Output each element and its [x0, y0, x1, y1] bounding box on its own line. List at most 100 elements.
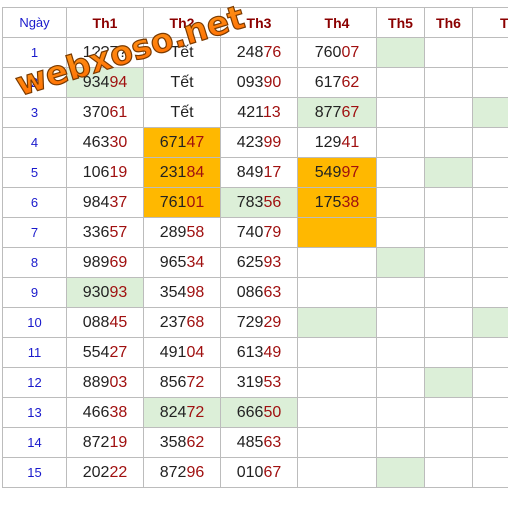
number-tail: 38 — [341, 193, 360, 211]
day-link[interactable]: 11 — [2, 337, 67, 368]
result-cell — [472, 37, 508, 68]
number-tail: 99 — [263, 133, 282, 151]
number-tail: 62 — [186, 433, 205, 451]
number-tail: 97 — [341, 163, 360, 181]
result-cell — [376, 127, 425, 158]
number-head: 729 — [236, 313, 264, 331]
result-cell: Tết — [143, 97, 221, 128]
day-link[interactable]: 2 — [2, 67, 67, 98]
number-head: 760 — [314, 43, 342, 61]
number-tail: 50 — [263, 403, 282, 421]
number-head: 093 — [236, 73, 264, 91]
result-cell — [472, 127, 508, 158]
result-cell — [424, 367, 473, 398]
number-tail: 67 — [341, 103, 360, 121]
number-tail: 72 — [186, 373, 205, 391]
number-head: 930 — [82, 283, 110, 301]
day-link[interactable]: 15 — [2, 457, 67, 488]
number-head: 872 — [159, 463, 187, 481]
number-tail: 58 — [186, 223, 205, 241]
result-cell: 61762 — [297, 67, 377, 98]
result-cell: 24876 — [220, 37, 298, 68]
day-link[interactable]: 12 — [2, 367, 67, 398]
result-cell — [297, 217, 377, 248]
result-cell: 33657 — [66, 217, 144, 248]
day-link[interactable]: 5 — [2, 157, 67, 188]
number-tail: 69 — [109, 253, 128, 271]
result-cell — [472, 427, 508, 458]
result-cell — [472, 307, 508, 338]
result-cell: 62593 — [220, 247, 298, 278]
day-link[interactable]: 10 — [2, 307, 67, 338]
day-link[interactable]: 8 — [2, 247, 67, 278]
number-head: 106 — [82, 163, 110, 181]
result-cell — [376, 367, 425, 398]
day-link[interactable]: 4 — [2, 127, 67, 158]
result-cell — [472, 457, 508, 488]
table-row: 4 46330 67147 42399 12941 — [2, 127, 508, 158]
number-tail: 62 — [341, 73, 360, 91]
result-cell — [376, 157, 425, 188]
number-tail: 04 — [186, 343, 205, 361]
result-cell — [472, 337, 508, 368]
result-cell — [472, 277, 508, 308]
day-link[interactable]: 6 — [2, 187, 67, 218]
number-tail: 37 — [109, 193, 128, 211]
day-link[interactable]: 14 — [2, 427, 67, 458]
lottery-results-table: NgàyTh1Th2Th3Th4Th5Th6Th7 11??7?Tết24876… — [2, 7, 508, 488]
result-cell: 74079 — [220, 217, 298, 248]
number-head: 989 — [82, 253, 110, 271]
table-row: 1 1??7? Tết 24876 76007 — [2, 37, 508, 68]
day-link[interactable]: 1 — [2, 37, 67, 68]
number-head: 129 — [314, 133, 342, 151]
result-cell — [297, 307, 377, 338]
number-head: 086 — [236, 283, 264, 301]
number-tail: 13 — [262, 103, 281, 121]
day-link[interactable]: 13 — [2, 397, 67, 428]
result-cell: 98437 — [66, 187, 144, 218]
result-cell: 76101 — [143, 187, 221, 218]
result-cell: 61349 — [220, 337, 298, 368]
number-head: 617 — [314, 73, 342, 91]
result-cell — [472, 67, 508, 98]
table-row: 9 93093 35498 08663 — [2, 277, 508, 308]
result-cell: 09390 — [220, 67, 298, 98]
number-tail: 61 — [109, 103, 128, 121]
day-link[interactable]: 3 — [2, 97, 67, 128]
number-head: 491 — [159, 343, 187, 361]
table-row: 15 20222 87296 01067 — [2, 457, 508, 488]
number-tail: 63 — [263, 283, 282, 301]
result-cell — [424, 67, 473, 98]
table-row: 14 87219 35862 48563 — [2, 427, 508, 458]
result-cell: 96534 — [143, 247, 221, 278]
header-th4: Th4 — [297, 7, 377, 38]
number-tail: 41 — [341, 133, 360, 151]
number-tail: 90 — [263, 73, 282, 91]
number-tail: 47 — [186, 133, 205, 151]
number-head: 088 — [82, 313, 110, 331]
result-cell: 93093 — [66, 277, 144, 308]
result-cell — [424, 127, 473, 158]
result-cell — [376, 307, 425, 338]
result-cell: 98969 — [66, 247, 144, 278]
result-cell: Tết — [143, 67, 221, 98]
table-row: 6 98437 76101 78356 17538 — [2, 187, 508, 218]
number-head: 671 — [159, 133, 187, 151]
result-cell — [376, 97, 425, 128]
table-row: 5 10619 23184 84917 54997 — [2, 157, 508, 188]
result-cell — [472, 97, 508, 128]
header-th5: Th5 — [376, 7, 425, 38]
number-tail: 93 — [109, 283, 128, 301]
number-tail: 07 — [341, 43, 360, 61]
header-day: Ngày — [2, 7, 67, 38]
number-head: 175 — [314, 193, 342, 211]
result-cell: 31953 — [220, 367, 298, 398]
number-tail: 84 — [186, 163, 205, 181]
number-tail: 96 — [186, 463, 205, 481]
result-cell — [297, 427, 377, 458]
number-head: 336 — [82, 223, 110, 241]
day-link[interactable]: 9 — [2, 277, 67, 308]
result-cell: 72929 — [220, 307, 298, 338]
result-cell: 88903 — [66, 367, 144, 398]
day-link[interactable]: 7 — [2, 217, 67, 248]
